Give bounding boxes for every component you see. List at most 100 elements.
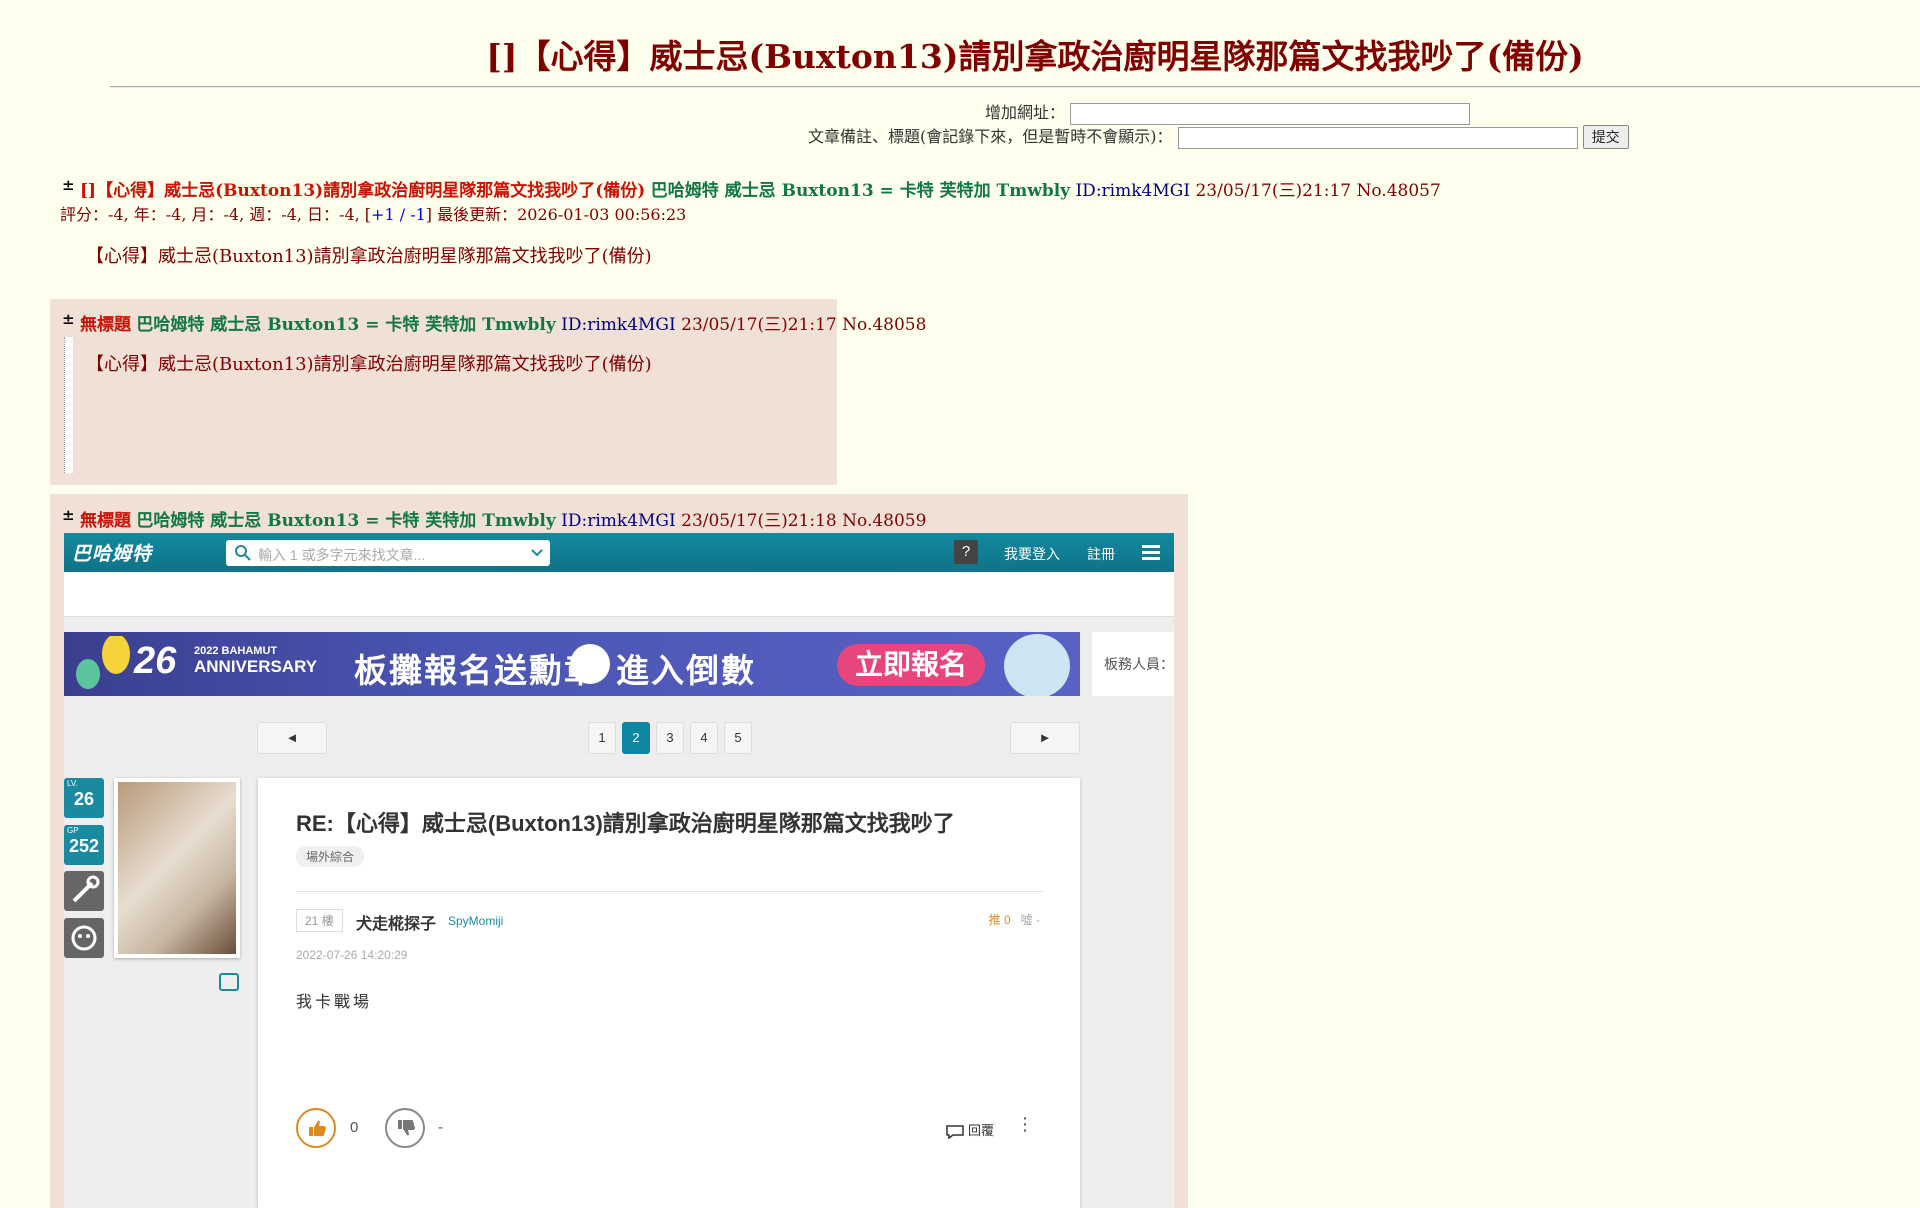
author-id: SpyMomiji — [448, 914, 504, 928]
reply-body: 【心得】威士忌(Buxton13)請別拿政治廚明星隊那篇文找我吵了(備份) — [86, 354, 652, 375]
op-id-label: ID: — [1075, 181, 1102, 201]
avatar-image — [118, 782, 236, 954]
prev-page-button: ◄ — [257, 722, 327, 754]
note-label: 文章備註、標題(會記錄下來，但是暫時不會顯示)： — [808, 127, 1173, 146]
add-url-input[interactable] — [1070, 102, 1471, 125]
monkey-icon — [64, 918, 104, 958]
site-logo: 巴哈姆特 — [72, 544, 153, 565]
site-topbar: 巴哈姆特 輸入 1 或多字元來找文章... ? 我要登入 註冊 — [64, 533, 1174, 572]
op-score-prefix: 評分：-4, 年：-4, 月：-4, 週：-4, 日：-4, [ — [60, 205, 372, 224]
more-icon: ⋮ — [1016, 1114, 1034, 1134]
site-subbar — [64, 572, 1174, 617]
reply-datetime[interactable]: 23/05/17(三)21:17 No.48058 — [681, 315, 926, 335]
vote-slash: / — [394, 205, 411, 224]
moderators-box: 板務人員： — [1092, 632, 1174, 696]
reply-datetime[interactable]: 23/05/17(三)21:18 No.48059 — [681, 511, 926, 531]
reply-id[interactable]: rimk4MGI — [587, 511, 676, 531]
register-link: 註冊 — [1087, 546, 1115, 562]
avatar-icon: ? — [954, 540, 978, 564]
reply-header: ± 無標題 巴哈姆特 威士忌 Buxton13 = 卡特 芙特加 Tmwbly … — [62, 310, 926, 335]
thumbs-down-icon — [385, 1108, 425, 1148]
boo-label: 噓 - — [1020, 913, 1040, 927]
note-row: 文章備註、標題(會記錄下來，但是暫時不會顯示)： 提交 — [808, 123, 1629, 149]
reply-id[interactable]: rimk4MGI — [587, 315, 676, 335]
op-poster-name: 巴哈姆特 威士忌 Buxton13 = 卡特 芙特加 Tmwbly — [650, 181, 1071, 201]
op-datetime[interactable]: 23/05/17(三)21:17 No.48057 — [1195, 181, 1440, 201]
attached-screenshot[interactable]: 巴哈姆特 輸入 1 或多字元來找文章... ? 我要登入 註冊 26 2022 … — [64, 533, 1174, 1208]
page-button: 5 — [724, 722, 752, 754]
gp-badge: GP 252 — [64, 825, 104, 865]
gp-value: 252 — [69, 836, 100, 856]
board-tag: 場外綜合 — [296, 846, 365, 867]
reply-toggle[interactable]: ± — [62, 310, 75, 328]
banner-anniversary: 2022 BAHAMUT ANNIVERSARY — [194, 644, 317, 677]
vote-plus-link[interactable]: +1 — [371, 205, 395, 224]
anniversary-banner: 26 2022 BAHAMUT ANNIVERSARY 板攤報名送勳章 進入倒數 … — [64, 632, 1080, 696]
reply-id-label: ID: — [561, 315, 588, 335]
add-url-label: 增加網址： — [985, 103, 1066, 122]
thumbs-up-icon — [296, 1108, 336, 1148]
search-icon — [235, 545, 251, 561]
page-title: []【心得】威士忌(Buxton13)請別拿政治廚明星隊那篇文找我吵了(備份) — [486, 37, 1584, 76]
post-content: 我卡戰場 — [296, 994, 373, 1011]
post-title: RE:【心得】威士忌(Buxton13)請別拿政治廚明星隊那篇文找我吵了 — [296, 811, 955, 836]
reply-header: ± 無標題 巴哈姆特 威士忌 Buxton13 = 卡特 芙特加 Tmwbly … — [62, 506, 926, 531]
reply-subject: 無標題 — [79, 315, 131, 335]
push-count: 推 0 噓 - — [989, 911, 1040, 928]
level-value: 26 — [74, 789, 95, 809]
op-toggle[interactable]: ± — [62, 176, 75, 194]
site-search: 輸入 1 或多字元來找文章... — [226, 540, 550, 566]
gift-icon — [570, 644, 610, 684]
chevron-down-icon — [531, 549, 543, 557]
op-header: ± []【心得】威士忌(Buxton13)請別拿政治廚明星隊那篇文找我吵了(備份… — [62, 176, 1441, 201]
header-divider — [110, 86, 1920, 88]
submit-button[interactable]: 提交 — [1582, 125, 1629, 149]
card-divider — [296, 891, 1044, 892]
push-label: 推 0 — [988, 913, 1011, 927]
reply-subject: 無標題 — [79, 511, 131, 531]
reply-label: 回覆 — [967, 1123, 994, 1138]
banner-text-2: 進入倒數 — [616, 652, 756, 689]
banner-cta: 立即報名 — [837, 644, 985, 686]
vote-minus-link[interactable]: -1 — [410, 205, 426, 224]
page-button: 4 — [690, 722, 718, 754]
op-body: 【心得】威士忌(Buxton13)請別拿政治廚明星隊那篇文找我吵了(備份) — [86, 246, 652, 267]
mascot-icon — [1004, 634, 1070, 696]
login-link: 我要登入 — [1004, 546, 1060, 562]
page-button: 1 — [588, 722, 616, 754]
reply-poster-name: 巴哈姆特 威士忌 Buxton13 = 卡特 芙特加 Tmwbly — [136, 511, 556, 531]
balloon-icon — [76, 636, 130, 689]
menu-icon — [1142, 545, 1160, 560]
banner-anniv-text: ANNIVERSARY — [194, 657, 318, 676]
comment-icon — [946, 1124, 965, 1140]
reply-id-label: ID: — [561, 511, 588, 531]
gp-label: GP — [67, 826, 79, 835]
reply-post: ± 無標題 巴哈姆特 威士忌 Buxton13 = 卡特 芙特加 Tmwbly … — [50, 299, 926, 485]
like-count: 0 — [350, 1119, 359, 1136]
reply-poster-name: 巴哈姆特 威士忌 Buxton13 = 卡特 芙特加 Tmwbly — [136, 315, 556, 335]
reply-button: 回覆 — [946, 1120, 994, 1140]
search-placeholder: 輸入 1 或多字元來找文章... — [258, 547, 426, 563]
post-date: 2022-07-26 14:20:29 — [296, 948, 408, 962]
author-name: 犬走椛探子 — [356, 916, 437, 933]
page-button-current: 2 — [622, 722, 650, 754]
dislike-count: - — [438, 1119, 443, 1136]
op-score-line: 評分：-4, 年：-4, 月：-4, 週：-4, 日：-4, [+1 / -1]… — [60, 201, 686, 225]
post-card: RE:【心得】威士忌(Buxton13)請別拿政治廚明星隊那篇文找我吵了 場外綜… — [258, 778, 1080, 1208]
banner-number: 26 — [134, 640, 177, 682]
banner-year: 2022 BAHAMUT — [194, 645, 278, 657]
next-page-button: ► — [1010, 722, 1080, 754]
floor-number: 21 樓 — [296, 909, 343, 932]
op-id[interactable]: rimk4MGI — [1102, 181, 1191, 201]
wrench-icon — [64, 871, 104, 911]
user-avatar — [114, 778, 240, 958]
add-url-row: 增加網址： — [985, 99, 1471, 125]
level-label: LV. — [67, 779, 78, 788]
banner-text-1: 板攤報名送勳章 — [354, 652, 599, 689]
reply-toggle[interactable]: ± — [62, 506, 75, 524]
thumbnail-strip — [64, 337, 73, 473]
note-input[interactable] — [1177, 126, 1578, 149]
op-score-suffix: ] 最後更新：2026-01-03 00:56:23 — [425, 205, 687, 224]
level-badge: LV. 26 — [64, 778, 104, 818]
page-button: 3 — [656, 722, 684, 754]
